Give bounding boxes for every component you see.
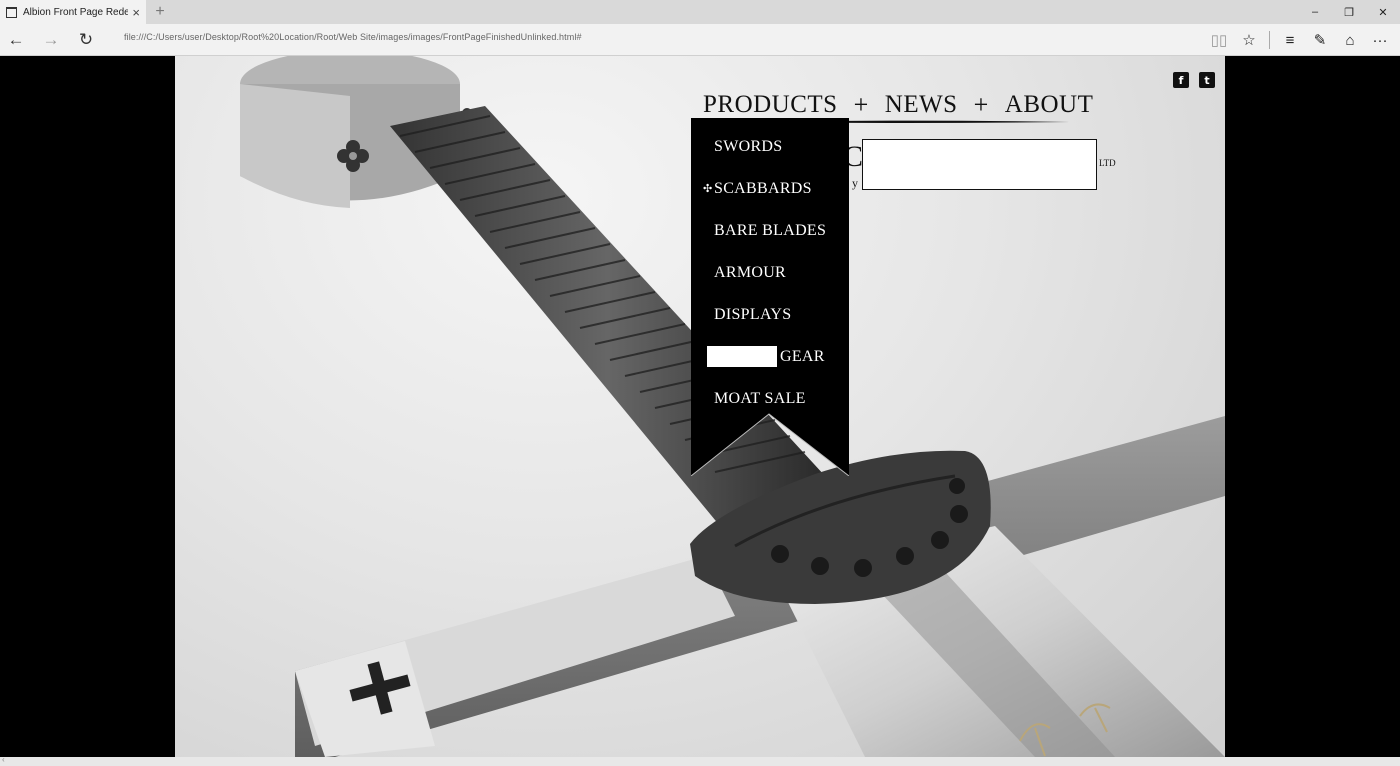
logo-ltd-text: LTD bbox=[1099, 158, 1116, 168]
dropdown-item-swords[interactable]: SWORDS bbox=[691, 126, 849, 168]
refresh-button[interactable]: ↻ bbox=[73, 28, 99, 52]
dropdown-item-moat-sale[interactable]: MOAT SALE bbox=[691, 378, 849, 420]
facebook-icon[interactable]: f bbox=[1173, 72, 1189, 88]
browser-toolbar: ▯▯ ☆ ≡ ✎ ⌂ ··· bbox=[1205, 28, 1394, 52]
logo-redaction-box bbox=[862, 139, 1097, 190]
nav-separator: + bbox=[973, 90, 989, 119]
nav-news[interactable]: NEWS bbox=[885, 91, 958, 119]
logo-tagline-fragment: y bbox=[852, 176, 858, 190]
nav-separator: + bbox=[853, 90, 869, 119]
dropdown-item-scabbards[interactable]: ✣ SCABBARDS bbox=[691, 168, 849, 210]
site-canvas: f t PRODUCTS + NEWS + ABOUT C y LTD SWOR… bbox=[175, 56, 1225, 757]
new-tab-button[interactable]: + bbox=[150, 2, 170, 22]
share-icon[interactable]: ⌂ bbox=[1336, 28, 1364, 52]
back-button[interactable]: ← bbox=[3, 28, 29, 52]
browser-titlebar: Albion Front Page Rede × + – ❐ ✕ bbox=[0, 0, 1400, 24]
hub-icon[interactable]: ≡ bbox=[1276, 28, 1304, 52]
twitter-icon[interactable]: t bbox=[1199, 72, 1215, 88]
browser-tab[interactable]: Albion Front Page Rede × bbox=[0, 0, 146, 24]
page-viewport: f t PRODUCTS + NEWS + ABOUT C y LTD SWOR… bbox=[0, 56, 1400, 757]
tab-close-icon[interactable]: × bbox=[132, 6, 140, 19]
dropdown-item-gear[interactable]: GEAR bbox=[691, 336, 849, 378]
close-window-button[interactable]: ✕ bbox=[1366, 0, 1400, 24]
horizontal-scrollbar[interactable]: ‹ bbox=[0, 755, 1400, 766]
gear-redaction-box bbox=[707, 345, 777, 367]
scroll-left-icon[interactable]: ‹ bbox=[2, 755, 5, 764]
more-menu-icon[interactable]: ··· bbox=[1366, 28, 1394, 52]
products-dropdown: SWORDS ✣ SCABBARDS BARE BLADES ARMOUR DI… bbox=[691, 118, 849, 476]
dropdown-item-bare-blades[interactable]: BARE BLADES bbox=[691, 210, 849, 252]
maximize-button[interactable]: ❐ bbox=[1332, 0, 1366, 24]
social-links: f t bbox=[1173, 72, 1215, 88]
dropdown-list: SWORDS ✣ SCABBARDS BARE BLADES ARMOUR DI… bbox=[691, 126, 849, 420]
web-note-icon[interactable]: ✎ bbox=[1306, 28, 1334, 52]
main-nav: PRODUCTS + NEWS + ABOUT bbox=[703, 90, 1093, 120]
favorite-star-icon[interactable]: ☆ bbox=[1235, 28, 1263, 52]
browser-addressbar: ← → ↻ file:///C:/Users/user/Desktop/Root… bbox=[0, 24, 1400, 56]
window-controls: – ❐ ✕ bbox=[1298, 0, 1400, 24]
dropdown-item-displays[interactable]: DISPLAYS bbox=[691, 294, 849, 336]
minimize-button[interactable]: – bbox=[1298, 0, 1332, 24]
address-field[interactable]: file:///C:/Users/user/Desktop/Root%20Loc… bbox=[124, 32, 582, 42]
forward-button[interactable]: → bbox=[38, 28, 64, 52]
tab-title: Albion Front Page Rede bbox=[23, 6, 129, 18]
toolbar-separator bbox=[1269, 31, 1270, 49]
dropdown-item-armour[interactable]: ARMOUR bbox=[691, 252, 849, 294]
page-icon bbox=[6, 6, 17, 18]
move-cursor-icon: ✣ bbox=[703, 183, 713, 195]
nav-about[interactable]: ABOUT bbox=[1005, 91, 1094, 119]
reading-view-icon[interactable]: ▯▯ bbox=[1205, 28, 1233, 52]
nav-products[interactable]: PRODUCTS bbox=[703, 91, 838, 119]
